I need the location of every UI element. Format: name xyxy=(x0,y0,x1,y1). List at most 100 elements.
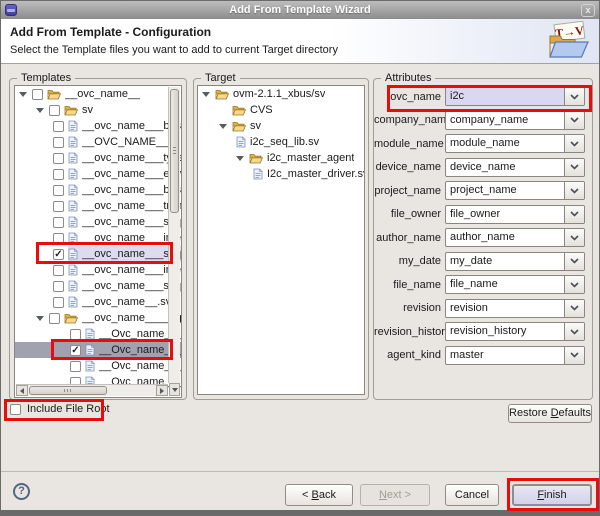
templates-tree-item[interactable]: __ovc_name___inter xyxy=(15,230,181,246)
attribute-combobox-author_name[interactable]: author_name xyxy=(445,228,585,247)
scrollbar-thumb[interactable] xyxy=(29,386,107,395)
combobox-value[interactable]: file_name xyxy=(446,276,564,293)
checkbox-icon[interactable] xyxy=(10,404,21,415)
attribute-combobox-company_name[interactable]: company_name xyxy=(445,111,585,130)
target-tree-item[interactable]: i2c_master_agent xyxy=(198,150,364,166)
combobox-value[interactable]: company_name xyxy=(446,112,564,129)
templates-vertical-scrollbar[interactable] xyxy=(168,87,180,383)
item-checkbox[interactable] xyxy=(53,121,64,132)
target-tree[interactable]: ovm-2.1.1_xbus/svCVSsvi2c_seq_lib.svi2c_… xyxy=(197,85,365,395)
item-checkbox[interactable] xyxy=(70,329,81,340)
combobox-value[interactable]: revision_history xyxy=(446,323,564,340)
target-tree-item[interactable]: i2c_seq_lib.sv xyxy=(198,134,364,150)
expander-icon[interactable] xyxy=(19,92,27,97)
templates-tree-item[interactable]: __ovc_name__ xyxy=(15,86,181,102)
expander-icon[interactable] xyxy=(236,156,244,161)
item-checkbox[interactable] xyxy=(53,185,64,196)
item-checkbox[interactable] xyxy=(53,153,64,164)
cancel-button[interactable]: Cancel xyxy=(445,484,499,506)
templates-tree-item[interactable]: __ovc_name___type xyxy=(15,150,181,166)
templates-tree-item[interactable]: __ovc_name____ag xyxy=(15,310,181,326)
expander-icon[interactable] xyxy=(219,124,227,129)
chevron-down-icon[interactable] xyxy=(564,347,584,364)
item-checkbox[interactable] xyxy=(53,169,64,180)
include-file-root-checkbox[interactable]: Include File Root xyxy=(10,403,110,415)
chevron-down-icon[interactable] xyxy=(564,253,584,270)
templates-tree-item[interactable]: __Ovc_name_____ xyxy=(15,326,181,342)
chevron-down-icon[interactable] xyxy=(564,135,584,152)
chevron-down-icon[interactable] xyxy=(564,300,584,317)
next-button[interactable]: Next > xyxy=(360,484,430,506)
templates-tree-item[interactable]: __ovc_name___bus_ xyxy=(15,118,181,134)
scroll-down-button[interactable] xyxy=(169,383,180,396)
attribute-combobox-my_date[interactable]: my_date xyxy=(445,252,585,271)
templates-tree-item[interactable]: ✓__ovc_name___seq_ xyxy=(15,246,181,262)
item-checkbox[interactable] xyxy=(53,217,64,228)
combobox-value[interactable]: project_name xyxy=(446,182,564,199)
attribute-combobox-module_name[interactable]: module_name xyxy=(445,134,585,153)
item-checkbox[interactable] xyxy=(32,89,43,100)
target-tree-item[interactable]: sv xyxy=(198,118,364,134)
attribute-combobox-project_name[interactable]: project_name xyxy=(445,181,585,200)
templates-tree[interactable]: __ovc_name__sv__ovc_name___bus___OVC_NAM… xyxy=(14,85,182,398)
combobox-value[interactable]: my_date xyxy=(446,253,564,270)
attribute-combobox-device_name[interactable]: device_name xyxy=(445,158,585,177)
expander-icon[interactable] xyxy=(36,316,44,321)
attribute-combobox-file_name[interactable]: file_name xyxy=(445,275,585,294)
finish-button[interactable]: Finish xyxy=(512,484,592,506)
attribute-combobox-agent_kind[interactable]: master xyxy=(445,346,585,365)
templates-tree-item[interactable]: __ovc_name___bus_ xyxy=(15,182,181,198)
chevron-down-icon[interactable] xyxy=(564,159,584,176)
item-checkbox[interactable] xyxy=(49,313,60,324)
templates-tree-item[interactable]: __ovc_name___inter xyxy=(15,262,181,278)
combobox-value[interactable]: author_name xyxy=(446,229,564,246)
chevron-down-icon[interactable] xyxy=(564,112,584,129)
expander-icon[interactable] xyxy=(36,108,44,113)
item-checkbox[interactable] xyxy=(53,281,64,292)
templates-horizontal-scrollbar[interactable] xyxy=(16,384,168,396)
combobox-value[interactable]: i2c xyxy=(446,88,564,105)
close-icon[interactable]: x xyxy=(581,4,595,17)
templates-tree-item[interactable]: sv xyxy=(15,102,181,118)
combobox-value[interactable]: device_name xyxy=(446,159,564,176)
item-checkbox[interactable] xyxy=(53,265,64,276)
restore-defaults-button[interactable]: Restore Defaults xyxy=(508,404,592,423)
chevron-down-icon[interactable] xyxy=(564,276,584,293)
templates-tree-item[interactable]: __OVC_NAME___env xyxy=(15,134,181,150)
scrollbar-thumb[interactable] xyxy=(170,89,179,213)
chevron-down-icon[interactable] xyxy=(564,206,584,223)
target-tree-item[interactable]: CVS xyxy=(198,102,364,118)
expander-icon[interactable] xyxy=(202,92,210,97)
target-tree-item[interactable]: ovm-2.1.1_xbus/sv xyxy=(198,86,364,102)
combobox-value[interactable]: file_owner xyxy=(446,206,564,223)
item-checkbox[interactable] xyxy=(53,233,64,244)
templates-tree-item[interactable]: __Ovc_name_____ xyxy=(15,358,181,374)
templates-tree-item[interactable]: __ovc_name__.svh xyxy=(15,294,181,310)
templates-tree-item[interactable]: __ovc_name___tran xyxy=(15,198,181,214)
attribute-combobox-revision[interactable]: revision xyxy=(445,299,585,318)
chevron-down-icon[interactable] xyxy=(564,323,584,340)
templates-tree-item[interactable]: __ovc_name___sequ xyxy=(15,214,181,230)
attribute-combobox-revision_history[interactable]: revision_history xyxy=(445,322,585,341)
attribute-combobox-ovc_name[interactable]: i2c xyxy=(445,87,585,106)
item-checkbox[interactable] xyxy=(49,105,60,116)
combobox-value[interactable]: revision xyxy=(446,300,564,317)
templates-tree-item[interactable]: __ovc_name___env. xyxy=(15,166,181,182)
back-button[interactable]: < Back xyxy=(285,484,353,506)
item-checkbox[interactable] xyxy=(53,201,64,212)
scroll-left-button[interactable] xyxy=(16,385,28,396)
item-checkbox[interactable] xyxy=(70,361,81,372)
chevron-down-icon[interactable] xyxy=(564,182,584,199)
templates-tree-item[interactable]: ✓__Ovc_name_____ xyxy=(15,342,181,358)
help-button[interactable]: ? xyxy=(13,483,30,500)
combobox-value[interactable]: master xyxy=(446,347,564,364)
chevron-down-icon[interactable] xyxy=(564,229,584,246)
item-checkbox[interactable] xyxy=(53,297,64,308)
item-checkbox[interactable]: ✓ xyxy=(70,345,81,356)
attribute-combobox-file_owner[interactable]: file_owner xyxy=(445,205,585,224)
chevron-down-icon[interactable] xyxy=(564,88,584,105)
templates-tree-item[interactable]: __ovc_name___sequ xyxy=(15,278,181,294)
combobox-value[interactable]: module_name xyxy=(446,135,564,152)
item-checkbox[interactable]: ✓ xyxy=(53,249,64,260)
target-tree-item[interactable]: I2c_master_driver.sv xyxy=(198,166,364,182)
